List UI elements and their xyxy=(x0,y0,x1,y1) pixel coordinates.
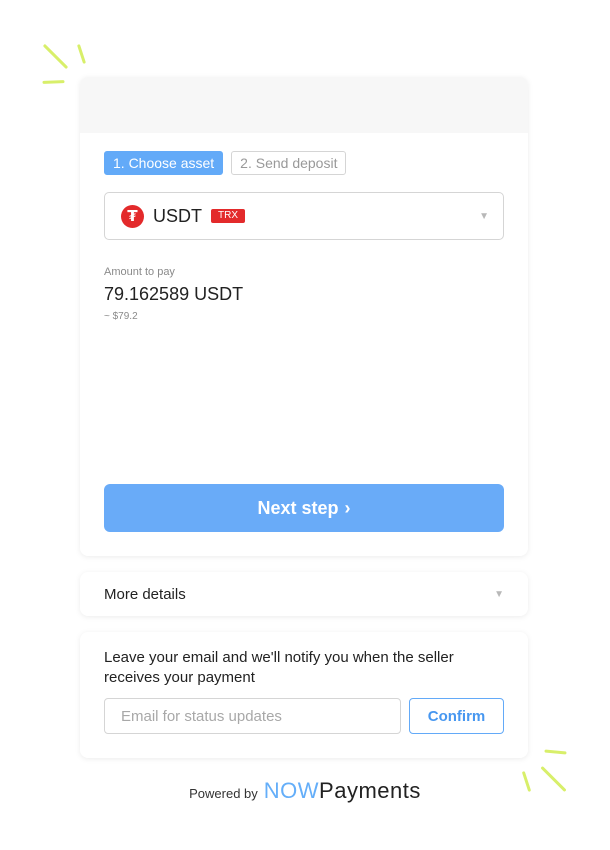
sparkle-decoration xyxy=(42,43,69,70)
powered-by-label: Powered by xyxy=(189,786,258,801)
email-notify-text: Leave your email and we'll notify you wh… xyxy=(104,649,454,686)
chevron-down-icon: ▼ xyxy=(494,588,504,600)
email-form: Confirm xyxy=(104,698,504,734)
powered-by-footer: Powered by NOWPayments xyxy=(0,778,610,804)
sparkle-decoration xyxy=(42,80,65,84)
nowpayments-logo[interactable]: NOWPayments xyxy=(264,778,421,804)
payment-widget-page: 1. Choose asset 2. Send deposit ₮ USDT T… xyxy=(0,0,610,850)
amount-label: Amount to pay xyxy=(104,266,175,278)
brand-now-text: NOW xyxy=(263,778,320,803)
more-details-label: More details xyxy=(104,585,186,603)
next-step-label: Next step xyxy=(257,497,339,518)
payment-card: 1. Choose asset 2. Send deposit ₮ USDT T… xyxy=(80,77,528,556)
confirm-button[interactable]: Confirm xyxy=(409,698,504,734)
sparkle-decoration xyxy=(76,44,87,64)
next-step-button[interactable]: Next step › xyxy=(104,484,504,532)
email-notify-card: Leave your email and we'll notify you wh… xyxy=(80,632,528,758)
asset-name: USDT xyxy=(153,205,202,226)
chevron-down-icon: ▼ xyxy=(479,210,489,222)
network-badge: TRX xyxy=(211,209,245,223)
tether-icon: ₮ xyxy=(121,204,144,228)
step-send-deposit[interactable]: 2. Send deposit xyxy=(231,151,347,175)
step-indicator: 1. Choose asset 2. Send deposit xyxy=(104,151,347,175)
email-field[interactable] xyxy=(104,698,401,734)
asset-select[interactable]: ₮ USDT TRX ▼ xyxy=(104,192,504,240)
chevron-right-icon: › xyxy=(344,497,351,518)
amount-fiat-value: ~ $79.2 xyxy=(104,311,138,322)
card-header xyxy=(80,77,528,133)
sparkle-decoration xyxy=(544,749,567,755)
step-choose-asset[interactable]: 1. Choose asset xyxy=(104,151,224,175)
amount-value: 79.162589 USDT xyxy=(104,284,244,304)
brand-payments-text: Payments xyxy=(319,778,421,803)
more-details-toggle[interactable]: More details ▼ xyxy=(80,572,528,616)
